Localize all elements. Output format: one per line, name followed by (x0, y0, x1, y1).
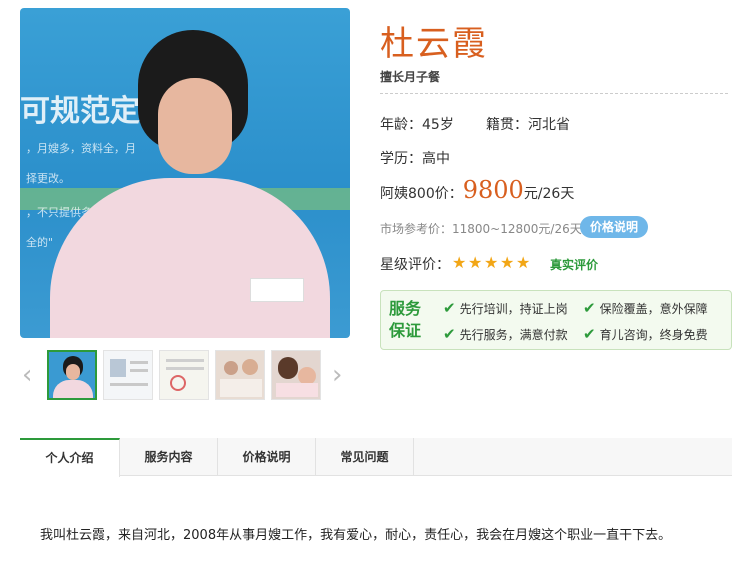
price-label: 阿姨800价： (380, 186, 463, 202)
nanny-name: 杜云霞 (380, 24, 488, 64)
real-review-link[interactable]: 真实评价 (550, 256, 598, 273)
service-item-text: 保险覆盖，意外保障 (599, 302, 708, 316)
star-icon: ★ (500, 253, 515, 272)
wall-text-line: 择更改。 (26, 172, 70, 185)
service-item: ✔ 先行服务，满意付款 (443, 325, 568, 343)
name-tag (250, 278, 304, 302)
chevron-right-icon[interactable]: › (332, 360, 342, 390)
star-icon: ★ (484, 253, 499, 272)
age-label: 年龄： (380, 117, 422, 133)
price-row: 阿姨800价：9800元/26天 (380, 176, 574, 204)
price-value: 9800 (462, 176, 524, 204)
thumbnail-item[interactable] (271, 350, 321, 400)
check-icon: ✔ (443, 299, 456, 317)
tab-bar: 个人介绍 服务内容 价格说明 常见问题 (20, 438, 732, 477)
thumbnail-item[interactable] (215, 350, 265, 400)
person-face (158, 78, 232, 174)
market-price: 市场参考价：11800~12800元/26天 (380, 222, 582, 236)
service-item-text: 先行培训，持证上岗 (459, 302, 568, 316)
divider (380, 93, 728, 94)
service-item: ✔ 先行培训，持证上岗 (443, 299, 568, 317)
age-value: 45岁 (422, 117, 454, 133)
chevron-left-icon[interactable]: ‹ (22, 360, 32, 390)
service-item-text: 先行服务，满意付款 (459, 328, 568, 342)
intro-text: 我叫杜云霞，来自河北，2008年从事月嫂工作，我有爱心，耐心，责任心，我会在月嫂… (40, 528, 672, 543)
tab-pricing[interactable]: 价格说明 (218, 438, 316, 476)
rating-row: 星级评价： (380, 254, 450, 274)
service-guarantee-box: 服务保证 ✔ 先行培训，持证上岗 ✔ 保险覆盖，意外保障 ✔ 先行服务，满意付款 ✔ 育… (380, 290, 732, 350)
thumbnail-item[interactable] (47, 350, 97, 400)
education-label: 学历： (380, 151, 422, 167)
tab-faq[interactable]: 常见问题 (316, 438, 414, 476)
price-unit: 元/26天 (523, 186, 575, 202)
check-icon: ✔ (443, 325, 456, 343)
education-value: 高中 (422, 151, 450, 167)
thumbnail-item[interactable] (103, 350, 153, 400)
star-icon: ★ (468, 253, 483, 272)
thumbnail-strip: ‹ › (20, 350, 350, 400)
thumbnail-item[interactable] (159, 350, 209, 400)
tab-intro[interactable]: 个人介绍 (20, 438, 120, 477)
service-item-text: 育儿咨询，终身免费 (599, 328, 708, 342)
education-row: 学历：高中 (380, 148, 450, 168)
service-item: ✔ 保险覆盖，意外保障 (583, 299, 708, 317)
origin-row: 籍贯：河北省 (486, 114, 570, 134)
price-explain-button[interactable]: 价格说明 (580, 216, 649, 238)
wall-text-large: 可规范定 (20, 94, 140, 129)
rating-label: 星级评价： (380, 257, 450, 273)
profile-photo: 可规范定 ，月嫂多，资料全，月 择更改。 ，不只提供多 全的" (20, 8, 350, 338)
service-item: ✔ 育儿咨询，终身免费 (583, 325, 708, 343)
age-row: 年龄：45岁 (380, 114, 454, 134)
star-icon: ★ (516, 253, 531, 272)
tab-services[interactable]: 服务内容 (120, 438, 218, 476)
origin-value: 河北省 (528, 117, 570, 133)
check-icon: ✔ (583, 299, 596, 317)
wall-text-line: 全的" (26, 236, 54, 249)
origin-label: 籍贯： (486, 117, 528, 133)
rating-stars: ★ ★ ★ ★ ★ (452, 253, 532, 272)
service-title: 服务保证 (389, 299, 422, 340)
specialty-text: 擅长月子餐 (380, 70, 441, 84)
wall-text-line: ，月嫂多，资料全，月 (26, 142, 136, 155)
check-icon: ✔ (583, 325, 596, 343)
star-icon: ★ (452, 253, 467, 272)
